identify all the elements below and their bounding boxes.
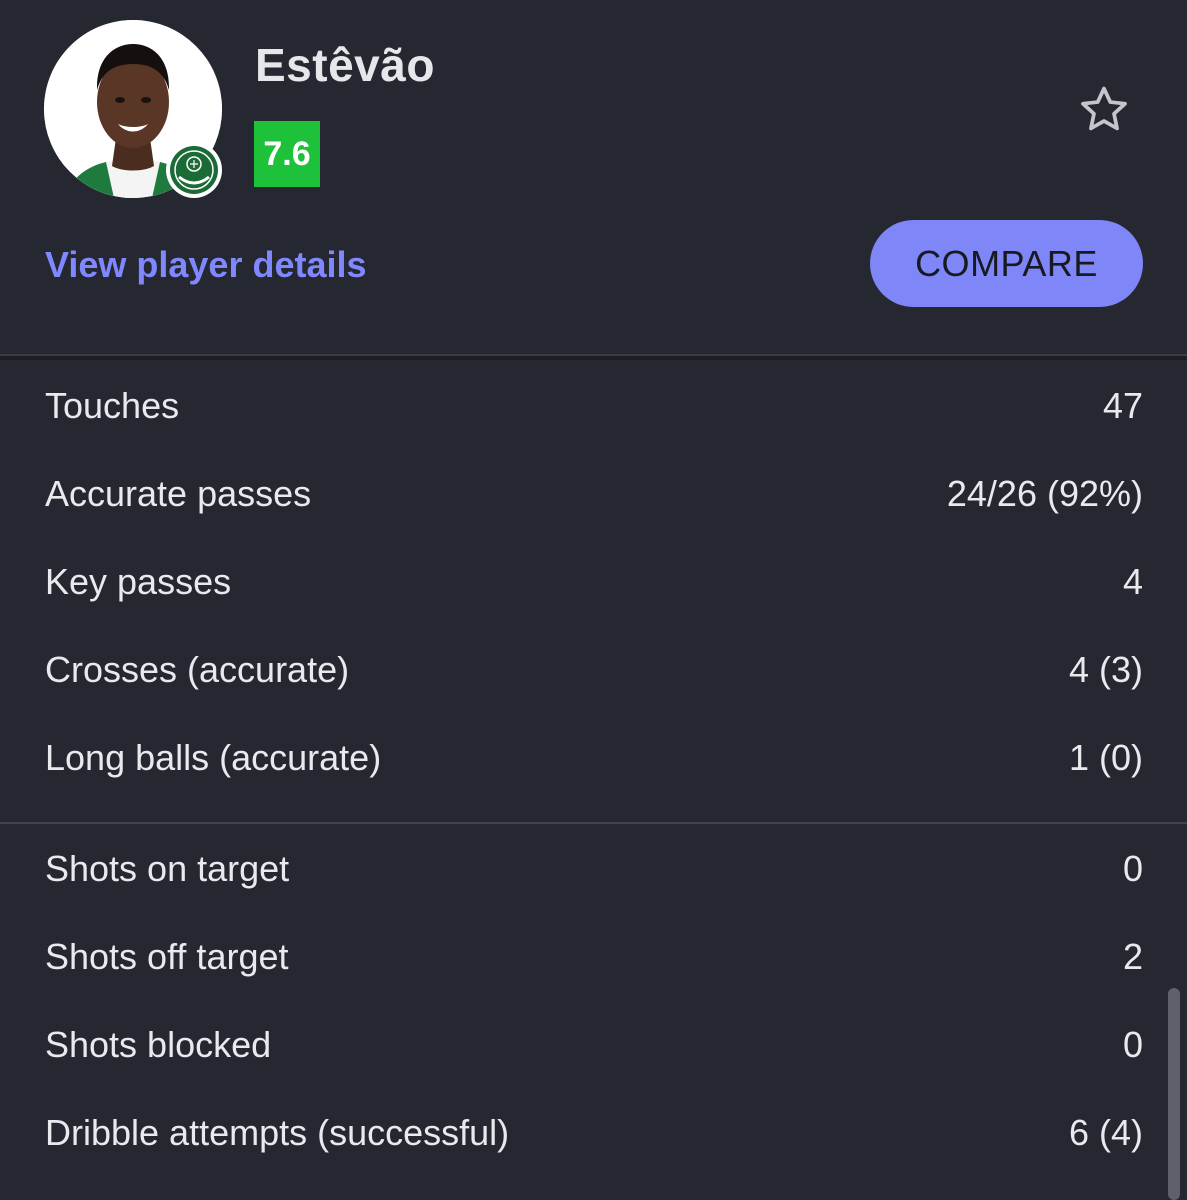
stat-value: 0 bbox=[1122, 1024, 1143, 1065]
scrollbar-thumb[interactable] bbox=[1168, 988, 1180, 1200]
stat-label: Key passes bbox=[45, 561, 232, 602]
palmeiras-crest-icon bbox=[170, 146, 218, 194]
section-divider bbox=[0, 822, 1187, 824]
stat-label: Touches bbox=[45, 385, 180, 426]
stat-label: Long balls (accurate) bbox=[45, 737, 382, 778]
stat-row-long-balls: Long balls (accurate) 1 (0) bbox=[45, 728, 1143, 788]
stat-row-shots-blocked: Shots blocked 0 bbox=[45, 1015, 1143, 1075]
view-player-details-link[interactable]: View player details bbox=[45, 244, 367, 286]
stat-value: 0 bbox=[1122, 848, 1143, 889]
player-stats-panel: Estêvão 7.6 View player details COMPARE … bbox=[0, 0, 1187, 1200]
favorite-button[interactable] bbox=[1074, 80, 1134, 140]
stat-value: 6 (4) bbox=[1068, 1112, 1143, 1153]
stat-value: 4 bbox=[1122, 561, 1143, 602]
stat-label: Shots blocked bbox=[45, 1024, 272, 1065]
stat-value: 47 bbox=[1102, 385, 1143, 426]
stat-row-accurate-passes: Accurate passes 24/26 (92%) bbox=[45, 464, 1143, 524]
stat-row-dribble-attempts: Dribble attempts (successful) 6 (4) bbox=[45, 1103, 1143, 1163]
stat-label: Shots on target bbox=[45, 848, 290, 889]
rating-badge: 7.6 bbox=[254, 121, 320, 187]
stat-row-crosses: Crosses (accurate) 4 (3) bbox=[45, 640, 1143, 700]
stat-value: 2 bbox=[1122, 936, 1143, 977]
stat-value: 4 (3) bbox=[1068, 649, 1143, 690]
stat-value: 24/26 (92%) bbox=[946, 473, 1143, 514]
player-header: Estêvão 7.6 View player details COMPARE bbox=[0, 0, 1187, 356]
player-name: Estêvão bbox=[255, 39, 435, 91]
stat-row-shots-off-target: Shots off target 2 bbox=[45, 927, 1143, 987]
star-outline-icon bbox=[1081, 86, 1127, 131]
club-badge bbox=[166, 142, 222, 198]
stat-label: Dribble attempts (successful) bbox=[45, 1112, 510, 1153]
stat-label: Crosses (accurate) bbox=[45, 649, 350, 690]
stat-row-touches: Touches 47 bbox=[45, 376, 1143, 436]
stat-value: 1 (0) bbox=[1068, 737, 1143, 778]
stat-row-key-passes: Key passes 4 bbox=[45, 552, 1143, 612]
stat-label: Shots off target bbox=[45, 936, 289, 977]
stat-label: Accurate passes bbox=[45, 473, 312, 514]
compare-button[interactable]: COMPARE bbox=[870, 220, 1143, 307]
header-divider bbox=[0, 354, 1187, 360]
stat-row-shots-on-target: Shots on target 0 bbox=[45, 839, 1143, 899]
